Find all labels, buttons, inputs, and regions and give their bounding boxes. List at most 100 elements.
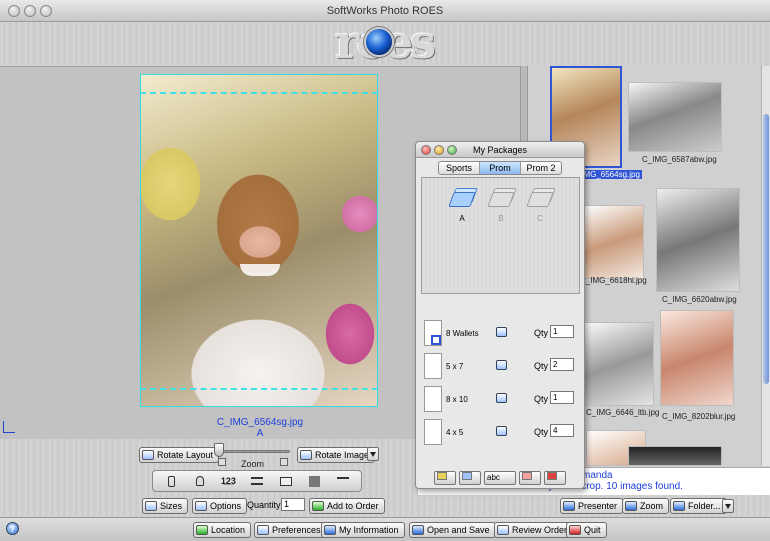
rotate-item-icon[interactable] (496, 360, 507, 370)
minimize-window-icon[interactable] (24, 5, 36, 17)
thumbnail-4-label: C_IMG_6620abw.jpg (662, 295, 737, 304)
tab-prom-2[interactable]: Prom 2 (521, 162, 561, 174)
rotate-layout-button[interactable]: Rotate Layout (139, 447, 220, 463)
text-tool-icon[interactable] (335, 474, 351, 488)
rotate-image-dropdown[interactable] (367, 447, 379, 461)
open-and-save-button[interactable]: Open and Save (409, 522, 496, 538)
folder-button[interactable]: Folder... (670, 498, 727, 514)
thumbnail-3-label: C_IMG_6618hi.jpg (580, 276, 647, 285)
quit-label: Quit (584, 525, 601, 535)
print-tool-icon[interactable] (278, 474, 294, 488)
browser-scrollbar[interactable] (761, 66, 770, 466)
rotate-item-icon[interactable] (496, 426, 507, 436)
rotate-item-icon[interactable] (496, 327, 507, 337)
package-row-thumb[interactable] (424, 386, 442, 412)
thumbnail-6[interactable] (660, 310, 734, 406)
package-row-name: 8 x 10 (446, 395, 468, 404)
browser-zoom-icon (625, 501, 637, 511)
package-row-thumb[interactable] (424, 419, 442, 445)
review-order-label: Review Order (512, 525, 568, 535)
panel-title: My Packages (472, 145, 528, 155)
quit-button[interactable]: Quit (566, 522, 607, 538)
crop-guide-bottom[interactable] (140, 388, 378, 390)
browser-scroll-thumb[interactable] (763, 114, 769, 384)
crop-frame[interactable] (140, 74, 378, 407)
zoom-label: Zoom (241, 459, 265, 469)
layout-tool-group: 1̲2̲3 (152, 470, 362, 492)
app-window: SoftWorks Photo ROES roes C_IMG_6564sg.j… (0, 0, 770, 541)
presenter-label: Presenter (578, 501, 618, 511)
options-button[interactable]: Options (192, 498, 248, 514)
add-to-order-button[interactable]: Add to Order (309, 498, 385, 514)
thumbnail-5[interactable] (584, 322, 654, 406)
close-window-icon[interactable] (8, 5, 20, 17)
thumbnail-2[interactable] (628, 82, 722, 152)
numbering-tool-icon[interactable]: 1̲2̲3 (220, 474, 236, 488)
presenter-button[interactable]: Presenter (560, 498, 624, 514)
package-row-thumb[interactable] (424, 353, 442, 379)
rotate-layout-icon (142, 450, 154, 460)
grid-tool-icon[interactable] (249, 474, 265, 488)
browser-zoom-button[interactable]: Zoom (622, 498, 670, 514)
thumbnail-8[interactable] (628, 446, 722, 466)
thumbnail-4[interactable] (656, 188, 740, 292)
options-label: Options (210, 501, 242, 511)
tab-prom[interactable]: Prom (480, 162, 521, 174)
sizes-button[interactable]: Sizes (142, 498, 189, 514)
folder-dropdown[interactable] (722, 499, 734, 513)
panel-zoom-icon[interactable] (447, 145, 457, 155)
my-information-icon (324, 525, 336, 535)
my-information-button[interactable]: My Information (321, 522, 405, 538)
qty-label: Qty (534, 427, 549, 437)
panel-minimize-icon[interactable] (434, 145, 444, 155)
qty-input[interactable]: 2 (550, 358, 574, 371)
rotate-item-icon[interactable] (496, 393, 507, 403)
location-button[interactable]: Location (193, 522, 252, 538)
qty-input[interactable]: 1 (550, 391, 574, 404)
zoom-in-icon[interactable] (280, 458, 288, 466)
thumbnail-3[interactable] (584, 205, 644, 279)
my-information-label: My Information (339, 525, 399, 535)
panel-title-bar[interactable]: My Packages (416, 142, 584, 158)
panel-delete-button[interactable] (544, 471, 566, 485)
package-row: 4 x 5 Qty 4 (422, 419, 580, 447)
panel-add-button[interactable] (434, 471, 456, 485)
roes-logo: roes (335, 18, 436, 66)
location-icon (196, 525, 208, 535)
zoom-window-icon[interactable] (40, 5, 52, 17)
zoom-slider[interactable] (214, 443, 290, 458)
crop-guide-top[interactable] (140, 92, 378, 94)
package-c-icon[interactable] (525, 186, 556, 210)
package-a-icon[interactable] (447, 186, 478, 210)
sizes-icon (145, 501, 157, 511)
qty-input[interactable]: 1 (550, 325, 574, 338)
review-order-button[interactable]: Review Order (494, 522, 574, 538)
help-icon[interactable]: ? (6, 522, 19, 535)
package-b-icon[interactable] (486, 186, 517, 210)
panel-fill-button[interactable] (459, 471, 481, 485)
qty-input[interactable]: 4 (550, 424, 574, 437)
zoom-slider-knob[interactable] (214, 443, 224, 457)
folder-icon (673, 501, 685, 511)
portrait-tool-icon[interactable] (163, 474, 179, 488)
package-a-label: A (459, 214, 465, 223)
rotate-layout-label: Rotate Layout (157, 450, 214, 460)
package-row-name: 8 Wallets (446, 329, 479, 338)
crop-corner-icon (3, 421, 15, 433)
quantity-input[interactable]: 1 (281, 498, 305, 511)
quit-icon (569, 525, 581, 535)
panel-close-icon[interactable] (421, 145, 431, 155)
rotate-image-icon (300, 450, 312, 460)
frame-tool-icon[interactable] (306, 474, 322, 488)
panel-clear-button[interactable] (519, 471, 541, 485)
zoom-out-icon[interactable] (218, 458, 226, 466)
lock-tool-icon[interactable] (192, 474, 208, 488)
tab-sports[interactable]: Sports (439, 162, 480, 174)
my-packages-panel: My Packages Sports Prom Prom 2 A B C 8 W… (415, 141, 585, 489)
preferences-label: Preferences (272, 525, 321, 535)
panel-text-button[interactable]: abc (484, 471, 516, 485)
preferences-button[interactable]: Preferences (254, 522, 327, 538)
thumbnail-5-label: C_IMG_6646_ltb.jpg (586, 408, 660, 417)
package-row-thumb[interactable] (424, 320, 442, 346)
rotate-image-button[interactable]: Rotate Image (297, 447, 376, 463)
